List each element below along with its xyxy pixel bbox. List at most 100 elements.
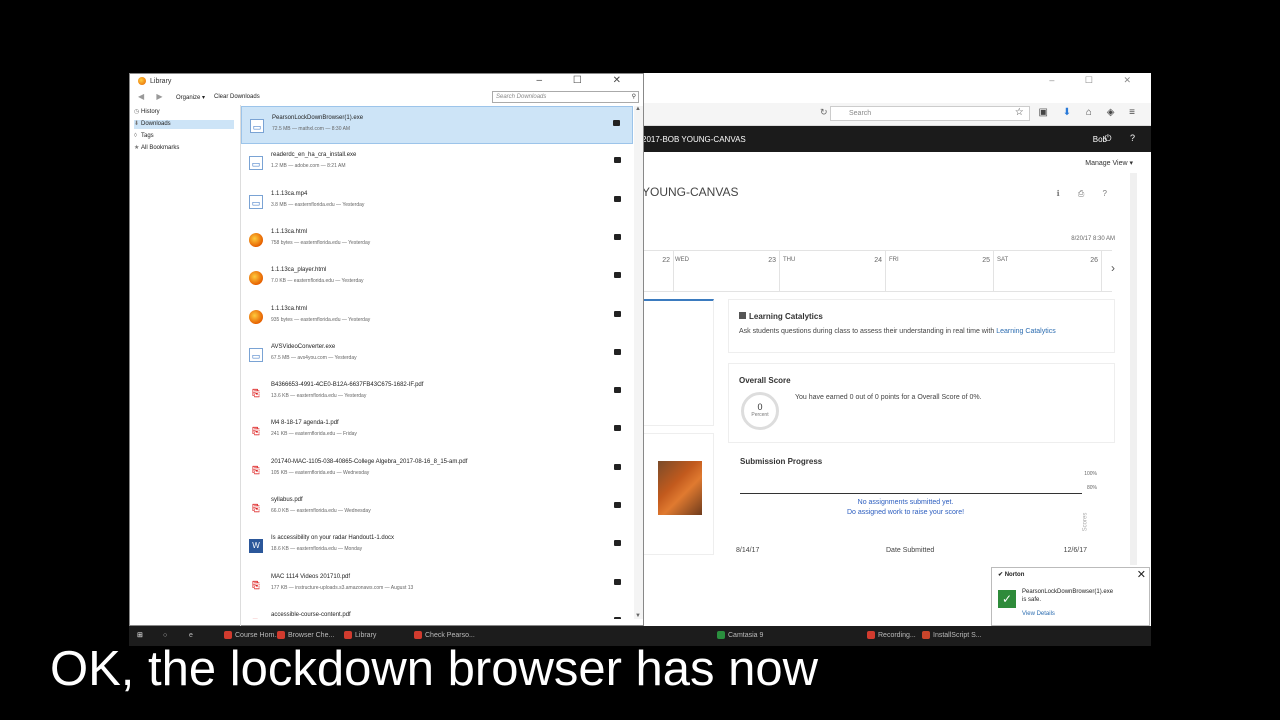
- download-name: 201740-MAC-1105-038-40865-College Algebr…: [271, 458, 468, 465]
- download-name: readerdc_en_ha_cra_install.exe: [271, 152, 357, 159]
- tree-item-tags[interactable]: ◊ Tags: [134, 132, 154, 141]
- folder-icon[interactable]: [614, 502, 621, 508]
- folder-icon[interactable]: [614, 387, 621, 394]
- download-item[interactable]: 1.1.13ca.html 935 bytes — easternflorida.…: [241, 298, 633, 336]
- manage-view-dropdown[interactable]: Manage View ▾: [1085, 159, 1133, 167]
- download-item[interactable]: ▭ AVSVideoConverter.exe 67.5 MB — avs4you.…: [241, 336, 633, 374]
- download-meta: 758 bytes — easternflorida.edu — Yesterd…: [271, 239, 371, 246]
- folder-icon[interactable]: [614, 578, 621, 585]
- label-100: 100%: [1084, 471, 1097, 477]
- search-downloads-input[interactable]: Search Downloads ⚲: [492, 91, 639, 103]
- download-item[interactable]: ⎘ accessible-course-content.pdf: [241, 604, 633, 619]
- download-item[interactable]: ▭ PearsonLockDownBrowser(1).exe 72.5 MB — …: [241, 106, 633, 144]
- browser-scrollbar[interactable]: [1130, 173, 1137, 565]
- app-icon: [277, 631, 285, 640]
- folder-icon[interactable]: [614, 272, 621, 279]
- download-item[interactable]: ⎘ 201740-MAC-1105-038-40865-College Algeb…: [241, 451, 633, 489]
- downloads-list: ▭ PearsonLockDownBrowser(1).exe 72.5 MB — …: [241, 106, 633, 619]
- folder-icon[interactable]: [614, 157, 621, 164]
- taskbar-label: Browser Che...: [288, 632, 335, 639]
- browser-search-input[interactable]: Search: [830, 106, 1030, 121]
- back-forward-icons[interactable]: ◀ ▶: [138, 92, 168, 101]
- left-panel: [642, 299, 714, 426]
- downloads-scrollbar[interactable]: ▲ ▼: [634, 106, 643, 619]
- submission-progress-card: Submission Progress 100% 80% No assignme…: [728, 451, 1115, 561]
- download-name: 1.1.13ca.html: [271, 228, 308, 235]
- browser-toolbar-icons[interactable]: ☆ ▣ ⬇ ⌂ ◈ ≡: [1015, 107, 1141, 118]
- calendar-day[interactable]: THU 24: [780, 251, 886, 291]
- taskbar-label: Course Hom...: [235, 632, 281, 639]
- tree-item-label: All Bookmarks: [141, 145, 180, 151]
- close-icon[interactable]: ✕: [1137, 568, 1146, 581]
- folder-icon[interactable]: [614, 425, 621, 432]
- calendar-day-number: 23: [768, 257, 776, 264]
- download-name: 1.1.13ca_player.html: [271, 267, 327, 274]
- overall-score-card: Overall Score 0 Percent You have earned …: [728, 363, 1115, 443]
- folder-icon[interactable]: [614, 616, 621, 619]
- folder-icon[interactable]: [614, 540, 621, 547]
- course-heading-icons[interactable]: ℹ ⎙ ?: [1057, 189, 1115, 199]
- scroll-down-icon[interactable]: ▼: [635, 613, 641, 619]
- score-value: 0: [757, 402, 763, 412]
- library-window-controls[interactable]: – ☐ ✕: [537, 75, 635, 86]
- download-name: accessible-course-content.pdf: [271, 611, 351, 618]
- browser-window-controls[interactable]: – ☐ ✕: [1049, 75, 1145, 86]
- download-item[interactable]: W Is accessibility on your radar Handout1…: [241, 527, 633, 565]
- folder-icon[interactable]: [614, 348, 621, 355]
- folder-icon[interactable]: [614, 195, 621, 202]
- download-meta: 3.8 MB — easternflorida.edu — Yesterday: [271, 201, 365, 208]
- no-assignments-text: No assignments submitted yet.: [857, 499, 954, 506]
- folder-icon[interactable]: [614, 463, 621, 470]
- exe-file-icon: ▭: [249, 194, 263, 209]
- calendar-day[interactable]: WED 23: [672, 251, 780, 291]
- course-title: 2017-BOB YOUNG-CANVAS: [642, 135, 746, 144]
- app-icon: [414, 631, 422, 640]
- organize-menu[interactable]: Organize ▾: [176, 94, 205, 101]
- overall-score-title: Overall Score: [739, 376, 791, 385]
- lc-text: Ask students questions during class to a…: [739, 328, 995, 335]
- tree-item-downloads[interactable]: ⬇ Downloads: [134, 120, 234, 129]
- library-titlebar: Library – ☐ ✕: [130, 74, 643, 89]
- lc-link[interactable]: Learning Catalytics: [996, 328, 1056, 335]
- download-item[interactable]: 1.1.13ca.html 758 bytes — easternflorida.…: [241, 221, 633, 259]
- tree-item-label: History: [141, 109, 160, 115]
- pdf-file-icon: ⎘: [252, 579, 260, 590]
- chevron-right-icon[interactable]: ›: [1111, 261, 1115, 275]
- calendar-day-name: SAT: [997, 257, 1009, 263]
- download-item[interactable]: ⎘ M4 8-18-17 agenda-1.pdf 241 KB — eastern…: [241, 412, 633, 450]
- download-item[interactable]: ▭ 1.1.13ca.mp4 3.8 MB — easternflorida.edu…: [241, 183, 633, 221]
- download-name: syllabus.pdf: [271, 497, 303, 503]
- clear-downloads-button[interactable]: Clear Downloads: [214, 94, 260, 100]
- download-name: M4 8-18-17 agenda-1.pdf: [271, 420, 339, 427]
- course-heading: YOUNG-CANVAS: [642, 185, 739, 199]
- download-item[interactable]: ⎘ MAC 1114 Videos 201710.pdf 177 KB — inst…: [241, 566, 633, 604]
- scroll-up-icon[interactable]: ▲: [635, 106, 641, 112]
- folder-icon[interactable]: [614, 310, 621, 317]
- download-meta: 935 bytes — easternflorida.edu — Yesterd…: [271, 316, 371, 323]
- tree-item-history[interactable]: ◷ History: [134, 108, 160, 117]
- textbook-cover-image[interactable]: [658, 461, 702, 515]
- calendar-day[interactable]: SAT 26: [994, 251, 1102, 291]
- video-caption: OK, the lockdown browser has now: [50, 642, 819, 696]
- folder-icon[interactable]: [614, 233, 621, 240]
- calendar-day[interactable]: FRI 25: [886, 251, 994, 291]
- taskbar-button[interactable]: Recording...: [867, 629, 916, 643]
- tree-item-all-bookmarks[interactable]: ★ All Bookmarks: [134, 144, 179, 153]
- app-icon: [344, 631, 352, 640]
- reload-icon[interactable]: ↻: [820, 107, 828, 118]
- calendar-day[interactable]: 22: [642, 251, 674, 291]
- download-meta: 67.5 MB — avs4you.com — Yesterday: [271, 354, 357, 361]
- folder-icon[interactable]: [613, 120, 620, 126]
- tree-item-label: Downloads: [141, 121, 171, 127]
- progress-axis: [740, 493, 1082, 494]
- download-item[interactable]: ⎘ B4366653-4991-4CE0-B12A-6637FB43C675-16…: [241, 374, 633, 412]
- download-item[interactable]: ▭ readerdc_en_ha_cra_install.exe 1.2 MB — …: [241, 144, 633, 182]
- taskbar-button[interactable]: InstallScript S...: [922, 629, 982, 643]
- power-help-icons[interactable]: ⏻ ?: [1104, 133, 1143, 144]
- download-item[interactable]: ⎘ syllabus.pdf 66.0 KB — easternflorida.ed…: [241, 489, 633, 527]
- calendar-day-number: 22: [662, 257, 670, 264]
- download-meta: 105 KB — easternflorida.edu — Wednesday: [271, 469, 370, 476]
- view-details-link[interactable]: View Details: [1022, 611, 1055, 617]
- date-left: 8/14/17: [736, 547, 760, 554]
- app-icon: [867, 631, 875, 640]
